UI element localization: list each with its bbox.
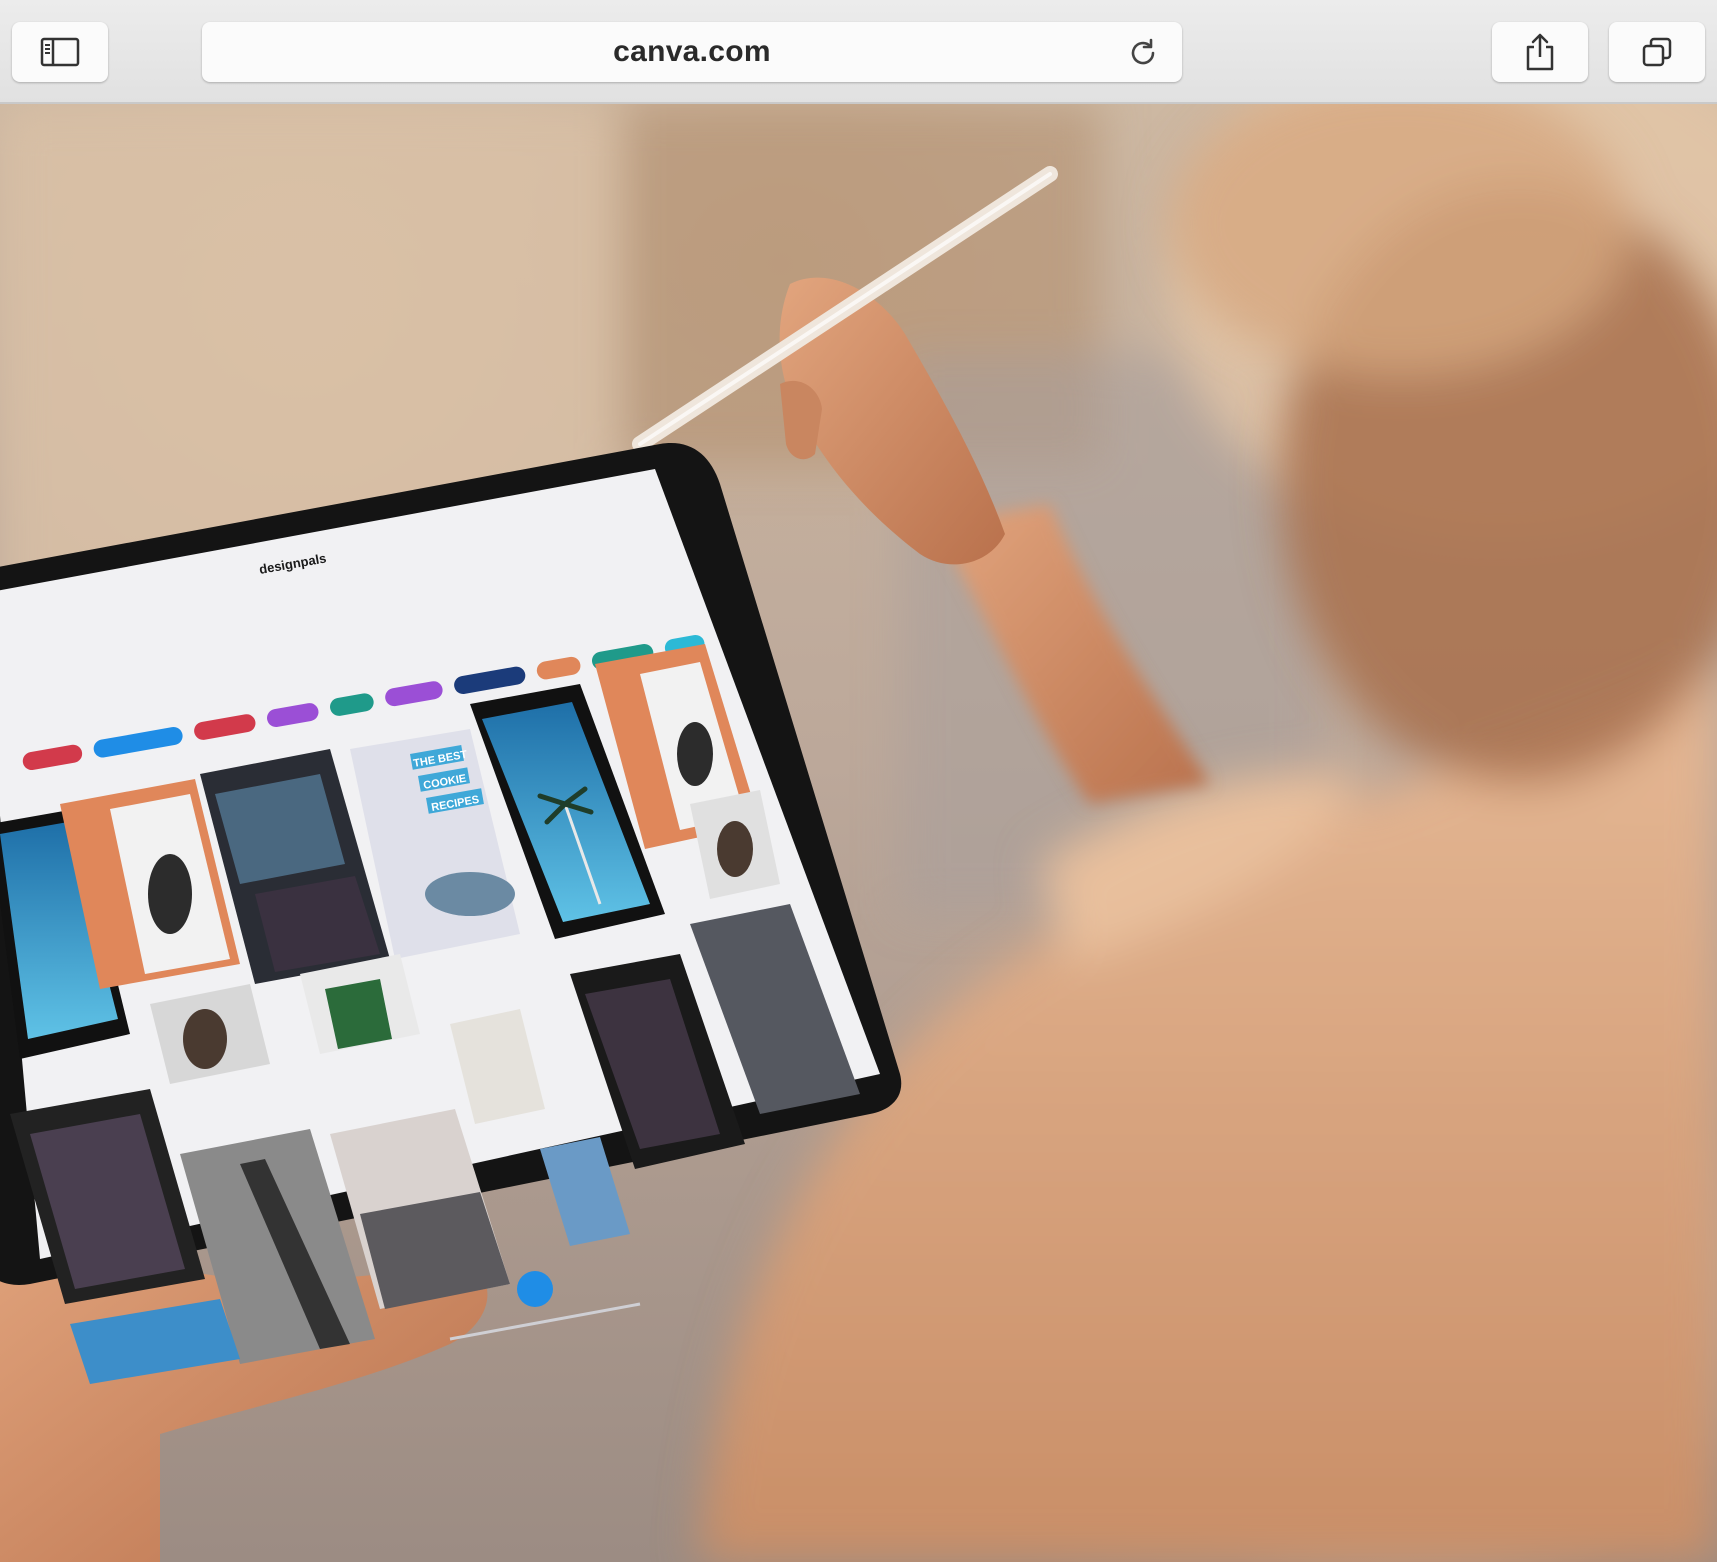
photo-illustration: designpals THE BEST COOKIE RECIPES [0, 104, 1717, 1562]
tabs-button[interactable] [1609, 22, 1705, 82]
reload-icon[interactable] [1126, 36, 1160, 70]
browser-toolbar: canva.com [0, 0, 1717, 104]
hero-photo: designpals THE BEST COOKIE RECIPES [0, 104, 1717, 1562]
sidebar-button[interactable] [12, 22, 108, 82]
share-button[interactable] [1492, 22, 1588, 82]
tablet: designpals THE BEST COOKIE RECIPES [0, 443, 902, 1384]
tabs-icon [1642, 37, 1672, 67]
url-text: canva.com [613, 35, 771, 68]
share-icon [1526, 33, 1554, 71]
address-bar[interactable]: canva.com [202, 22, 1182, 82]
sidebar-icon [40, 37, 80, 67]
